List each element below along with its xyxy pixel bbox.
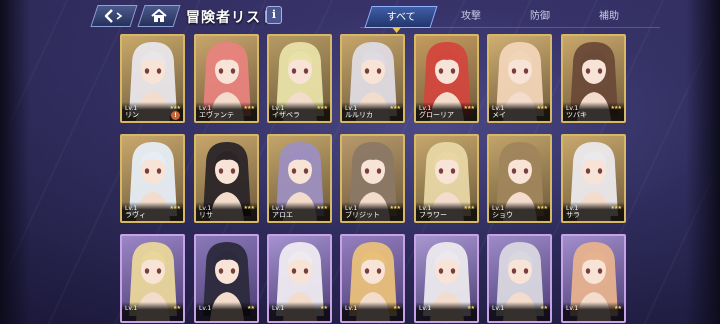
card-stars: ★★★ bbox=[243, 105, 255, 111]
card-name: リン bbox=[125, 111, 139, 119]
card-name: ショウ bbox=[492, 211, 513, 219]
adventurer-card[interactable]: Lv.1 ★★★ リサ bbox=[194, 134, 259, 223]
tab-divider bbox=[360, 27, 660, 28]
card-name: メイ bbox=[492, 111, 506, 119]
card-level: Lv.1 bbox=[419, 305, 432, 312]
card-stars: ★★★ bbox=[316, 105, 328, 111]
card-stars: ★★★ bbox=[169, 205, 181, 211]
tab-all[interactable]: すべて bbox=[364, 6, 438, 28]
adventurer-card[interactable]: Lv.1 ★★★ イザベラ bbox=[267, 34, 332, 123]
card-level: Lv.1 bbox=[566, 305, 579, 312]
card-stars: ★★★ bbox=[389, 105, 401, 111]
adventurer-card[interactable]: Lv.1 ★★★ リン! bbox=[120, 34, 185, 123]
card-name: ツバキ bbox=[566, 111, 587, 119]
card-level: Lv.1 bbox=[199, 305, 212, 312]
card-stars: ★★ bbox=[393, 305, 401, 311]
card-stars: ★★★ bbox=[243, 205, 255, 211]
home-icon bbox=[151, 9, 167, 22]
adventurer-card[interactable]: Lv.1 ★★★ ツバキ bbox=[561, 34, 626, 123]
card-name: グローリア bbox=[419, 111, 454, 119]
card-stars: ★★★ bbox=[536, 105, 548, 111]
adventurer-card[interactable]: Lv.1 ★★★ アロエ bbox=[267, 134, 332, 223]
card-stars: ★★ bbox=[320, 305, 328, 311]
right-edge-shadow bbox=[686, 0, 720, 324]
card-level: Lv.1 bbox=[345, 305, 358, 312]
adventurer-card[interactable]: Lv.1 ★★ bbox=[487, 234, 552, 323]
tab-attack[interactable]: 攻撃 bbox=[438, 6, 504, 28]
adventurer-card[interactable]: Lv.1 ★★★ ルルリカ bbox=[340, 34, 405, 123]
card-stars: ★★ bbox=[467, 305, 475, 311]
card-stars: ★★★ bbox=[316, 205, 328, 211]
adventurer-card[interactable]: Lv.1 ★★★ エヴァンテ bbox=[194, 34, 259, 123]
tab-support[interactable]: 補助 bbox=[576, 6, 642, 28]
card-name: フラワー bbox=[419, 211, 447, 219]
card-stars: ★★ bbox=[247, 305, 255, 311]
card-level: Lv.1 bbox=[272, 305, 285, 312]
card-stars: ★★ bbox=[540, 305, 548, 311]
card-name: ラヴィ bbox=[125, 211, 146, 219]
adventurer-card[interactable]: Lv.1 ★★★ サラ bbox=[561, 134, 626, 223]
info-button[interactable]: i bbox=[266, 6, 282, 24]
card-name: エヴァンテ bbox=[199, 111, 234, 119]
card-name: サラ bbox=[566, 211, 580, 219]
card-name: リサ bbox=[199, 211, 213, 219]
alert-badge: ! bbox=[171, 111, 180, 120]
adventurer-card[interactable]: Lv.1 ★★ bbox=[267, 234, 332, 323]
game-screen: 冒険者リスト i すべて 攻撃 防御 補助 Lv.1 ★★★ リン! Lv.1 ★★★ エ… bbox=[0, 0, 720, 324]
card-level: Lv.1 bbox=[492, 305, 505, 312]
card-stars: ★★ bbox=[173, 305, 181, 311]
card-stars: ★★★ bbox=[536, 205, 548, 211]
tab-defense[interactable]: 防御 bbox=[507, 6, 573, 28]
home-button[interactable] bbox=[137, 5, 181, 27]
card-stars: ★★★ bbox=[610, 205, 622, 211]
card-name: アロエ bbox=[272, 211, 293, 219]
card-stars: ★★★ bbox=[389, 205, 401, 211]
card-level: Lv.1 bbox=[125, 305, 138, 312]
adventurer-card[interactable]: Lv.1 ★★ bbox=[414, 234, 479, 323]
adventurer-card[interactable]: Lv.1 ★★★ フラワー bbox=[414, 134, 479, 223]
adventurer-card[interactable]: Lv.1 ★★ bbox=[561, 234, 626, 323]
adventurer-card[interactable]: Lv.1 ★★ bbox=[340, 234, 405, 323]
adventurer-card[interactable]: Lv.1 ★★ bbox=[194, 234, 259, 323]
adventurer-card[interactable]: Lv.1 ★★★ メイ bbox=[487, 34, 552, 123]
adventurer-card[interactable]: Lv.1 ★★★ ショウ bbox=[487, 134, 552, 223]
adventurer-card[interactable]: Lv.1 ★★★ グローリア bbox=[414, 34, 479, 123]
back-arrow-icon bbox=[104, 9, 123, 23]
card-name: イザベラ bbox=[272, 111, 300, 119]
adventurer-grid: Lv.1 ★★★ リン! Lv.1 ★★★ エヴァンテ Lv.1 ★★★ イザベラ Lv.1 ★★★… bbox=[120, 34, 630, 324]
back-button[interactable] bbox=[90, 5, 138, 27]
adventurer-card[interactable]: Lv.1 ★★ bbox=[120, 234, 185, 323]
card-name: ブリジット bbox=[345, 211, 380, 219]
card-stars: ★★★ bbox=[463, 105, 475, 111]
card-name: ルルリカ bbox=[345, 111, 373, 119]
adventurer-card[interactable]: Lv.1 ★★★ ラヴィ bbox=[120, 134, 185, 223]
card-stars: ★★★ bbox=[463, 205, 475, 211]
card-stars: ★★★ bbox=[610, 105, 622, 111]
card-stars: ★★ bbox=[614, 305, 622, 311]
adventurer-card[interactable]: Lv.1 ★★★ ブリジット bbox=[340, 134, 405, 223]
left-edge-shadow bbox=[0, 0, 30, 324]
tab-all-label: すべて bbox=[386, 12, 416, 23]
page-title: 冒険者リスト bbox=[186, 10, 276, 26]
